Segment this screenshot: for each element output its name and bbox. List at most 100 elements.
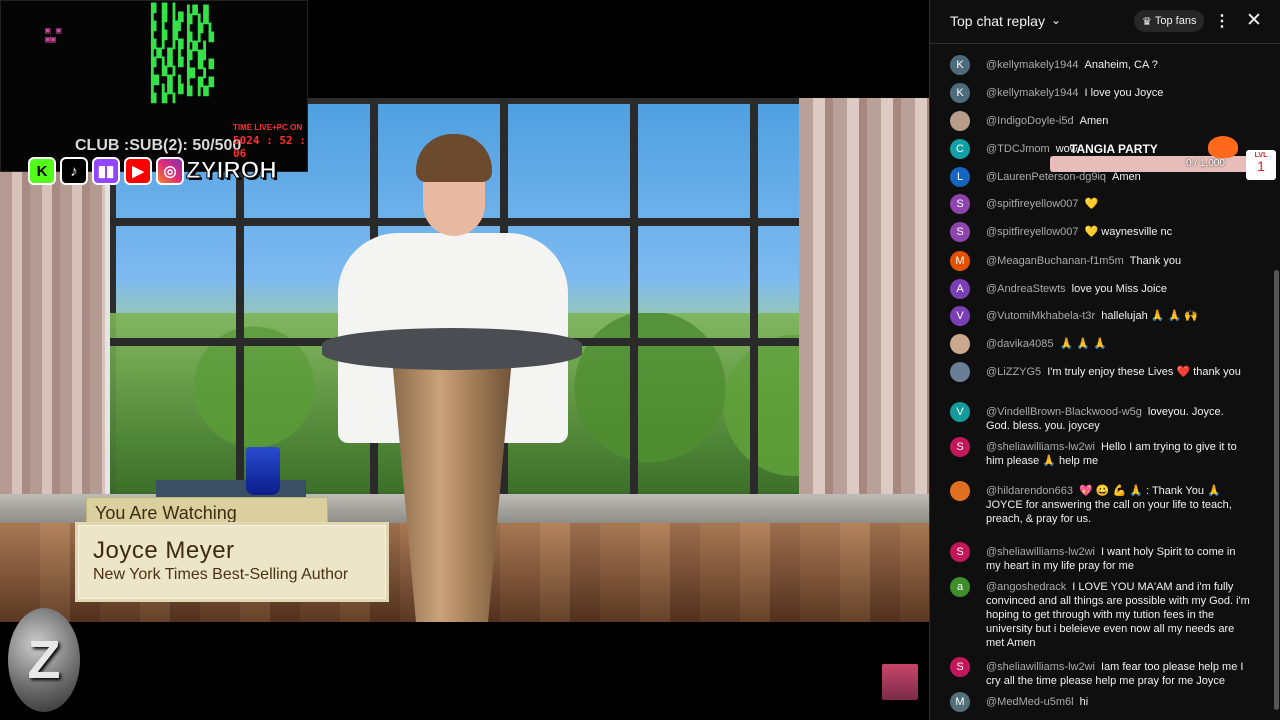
chat-message-body: @VutomiMkhabela-t3r hallelujah 🙏 🙏 🙌 — [986, 309, 1250, 323]
speaker-name: Joyce Meyer — [93, 537, 235, 564]
water-glass — [246, 447, 280, 495]
party-mascot-icon — [1208, 136, 1238, 158]
chat-message-body: @sheliawilliams-lw2wi Hello I am trying t… — [986, 440, 1250, 468]
books-prop — [156, 480, 306, 498]
party-progress-bar — [1050, 156, 1260, 172]
channel-thumbnail[interactable] — [882, 664, 918, 700]
avatar[interactable]: S — [950, 657, 970, 677]
chat-message-body: @spitfireyellow007 💛 — [986, 197, 1250, 211]
chat-message-text: hallelujah 🙏 🙏 🙌 — [1101, 310, 1198, 322]
chat-author-name[interactable]: @spitfireyellow007 — [986, 226, 1079, 238]
tiktok-icon: ♪ — [60, 157, 88, 185]
chat-message-body: @LiZZYG5 I'm truly enjoy these Lives ❤️ t… — [986, 365, 1250, 379]
chat-message-text: 🙏 🙏 🙏 — [1059, 338, 1107, 350]
chat-author-name[interactable]: @spitfireyellow007 — [986, 198, 1079, 210]
chat-message-body: @MedMed-u5m6l hi — [986, 695, 1250, 709]
sub-goal-counter: CLUB :SUB(2): 50/500 — [75, 137, 242, 154]
you-are-watching-label: You Are Watching — [95, 503, 237, 523]
streamer-handle: ZYIROH — [186, 157, 278, 185]
logo-letter: Z — [27, 630, 61, 690]
chat-author-name[interactable]: @hildarendon663 — [986, 485, 1073, 497]
chat-message-text: Thank you — [1129, 255, 1182, 267]
chat-author-name[interactable]: @AndreaStewts — [986, 283, 1066, 295]
more-options-icon[interactable]: ⋮ — [1214, 11, 1230, 31]
crown-icon: ♛ — [1142, 15, 1152, 28]
youtube-icon: ▶ — [124, 157, 152, 185]
chat-message-body: @MeaganBuchanan-f1m5m Thank you — [986, 254, 1250, 268]
avatar[interactable] — [950, 481, 970, 501]
avatar[interactable]: A — [950, 279, 970, 299]
lower-third-box: Joyce Meyer New York Times Best-Selling … — [78, 525, 386, 599]
chat-author-name[interactable]: @sheliawilliams-lw2wi — [986, 661, 1095, 673]
avatar[interactable]: a — [950, 577, 970, 597]
party-title: TANGIA PARTY — [1070, 142, 1158, 156]
chat-author-name[interactable]: @davika4085 — [986, 338, 1053, 350]
chat-author-name[interactable]: @angoshedrack — [986, 581, 1066, 593]
chat-message-body: @sheliawilliams-lw2wi I want holy Spirit … — [986, 545, 1250, 573]
chat-message-text: Anaheim, CA ? — [1084, 59, 1158, 71]
twitch-icon: ▮▮ — [92, 157, 120, 185]
chat-message-body: @davika4085 🙏 🙏 🙏 — [986, 337, 1250, 351]
chat-message-text: 💛 waynesville nc — [1084, 226, 1173, 238]
chat-message-text: love you Miss Joice — [1071, 283, 1168, 295]
chat-message-body: @IndigoDoyle-i5d Amen — [986, 114, 1250, 128]
chat-message-body: @AndreaStewts love you Miss Joice — [986, 282, 1250, 296]
avatar[interactable] — [950, 111, 970, 131]
chat-message-text: hi — [1079, 696, 1089, 708]
speaker-title: New York Times Best-Selling Author — [93, 566, 349, 583]
avatar[interactable]: S — [950, 437, 970, 457]
chat-header: Top chat replay ⌄ ♛ Top fans ⋮ ✕ — [930, 0, 1280, 44]
avatar[interactable]: S — [950, 542, 970, 562]
social-links-bar: K ♪ ▮▮ ▶ ◎ ZYIROH — [28, 157, 277, 185]
chat-message-body: @kellymakely1944 Anaheim, CA ? — [986, 58, 1250, 72]
tangia-party-widget: TANGIA PARTY 0 / 1,000 — [1050, 136, 1260, 176]
avatar[interactable]: M — [950, 692, 970, 712]
avatar[interactable] — [950, 334, 970, 354]
avatar[interactable]: C — [950, 139, 970, 159]
chat-author-name[interactable]: @kellymakely1944 — [986, 59, 1079, 71]
chat-author-name[interactable]: @MedMed-u5m6l — [986, 696, 1074, 708]
chevron-down-icon[interactable]: ⌄ — [1051, 13, 1061, 27]
chat-message-text: Amen — [1079, 115, 1109, 127]
chat-mode-dropdown[interactable]: Top chat replay — [950, 13, 1045, 29]
chat-author-name[interactable]: @kellymakely1944 — [986, 87, 1079, 99]
level-value: 1 — [1257, 158, 1265, 174]
chat-author-name[interactable]: @TDCJmom — [986, 143, 1050, 155]
kick-icon: K — [28, 157, 56, 185]
avatar[interactable]: K — [950, 55, 970, 75]
z-logo-icon: Z — [8, 608, 80, 712]
chat-author-name[interactable]: @VutomiMkhabela-t3r — [986, 310, 1095, 322]
avatar[interactable]: K — [950, 83, 970, 103]
chat-author-name[interactable]: @VindellBrown-Blackwood-w5g — [986, 406, 1142, 418]
chat-message-body: @sheliawilliams-lw2wi Iam fear too please… — [986, 660, 1250, 688]
avatar[interactable]: M — [950, 251, 970, 271]
lower-third: You Are Watching Joyce Meyer New York Ti… — [78, 497, 386, 599]
avatar[interactable] — [950, 362, 970, 382]
chat-message-body: @spitfireyellow007 💛 waynesville nc — [986, 225, 1250, 239]
chat-message-body: @kellymakely1944 I love you Joyce — [986, 86, 1250, 100]
close-icon[interactable]: ✕ — [1246, 9, 1262, 32]
chat-message-text: I love you Joyce — [1084, 87, 1164, 99]
chat-author-name[interactable]: @MeaganBuchanan-f1m5m — [986, 255, 1124, 267]
chat-message-body: @angoshedrack I LOVE YOU MA'AM and i'm fu… — [986, 580, 1250, 650]
top-fans-label: Top fans — [1154, 15, 1197, 27]
instagram-icon: ◎ — [156, 157, 184, 185]
top-fans-button[interactable]: ♛ Top fans — [1134, 10, 1205, 32]
avatar[interactable]: V — [950, 402, 970, 422]
video-player[interactable]: You Are Watching Joyce Meyer New York Ti… — [0, 0, 929, 720]
curtain-right — [799, 98, 929, 498]
chat-author-name[interactable]: @LiZZYG5 — [986, 366, 1041, 378]
avatar[interactable]: V — [950, 306, 970, 326]
chat-message-text: I'm truly enjoy these Lives ❤️ thank you — [1047, 366, 1241, 378]
chat-message-text: 💛 — [1084, 198, 1099, 210]
chat-message-body: @hildarendon663 💖 😀 💪 🙏 : Thank You 🙏 JOY… — [986, 484, 1250, 526]
avatar[interactable]: S — [950, 222, 970, 242]
chat-author-name[interactable]: @IndigoDoyle-i5d — [986, 115, 1074, 127]
chat-author-name[interactable]: @sheliawilliams-lw2wi — [986, 546, 1095, 558]
chat-scrollbar[interactable] — [1274, 270, 1279, 710]
avatar[interactable]: L — [950, 167, 970, 187]
live-chat-panel: Top chat replay ⌄ ♛ Top fans ⋮ ✕ K @kelly… — [929, 0, 1280, 720]
live-time-label: TIME LIVE+PC ON — [233, 123, 303, 132]
avatar[interactable]: S — [950, 194, 970, 214]
chat-author-name[interactable]: @sheliawilliams-lw2wi — [986, 441, 1095, 453]
